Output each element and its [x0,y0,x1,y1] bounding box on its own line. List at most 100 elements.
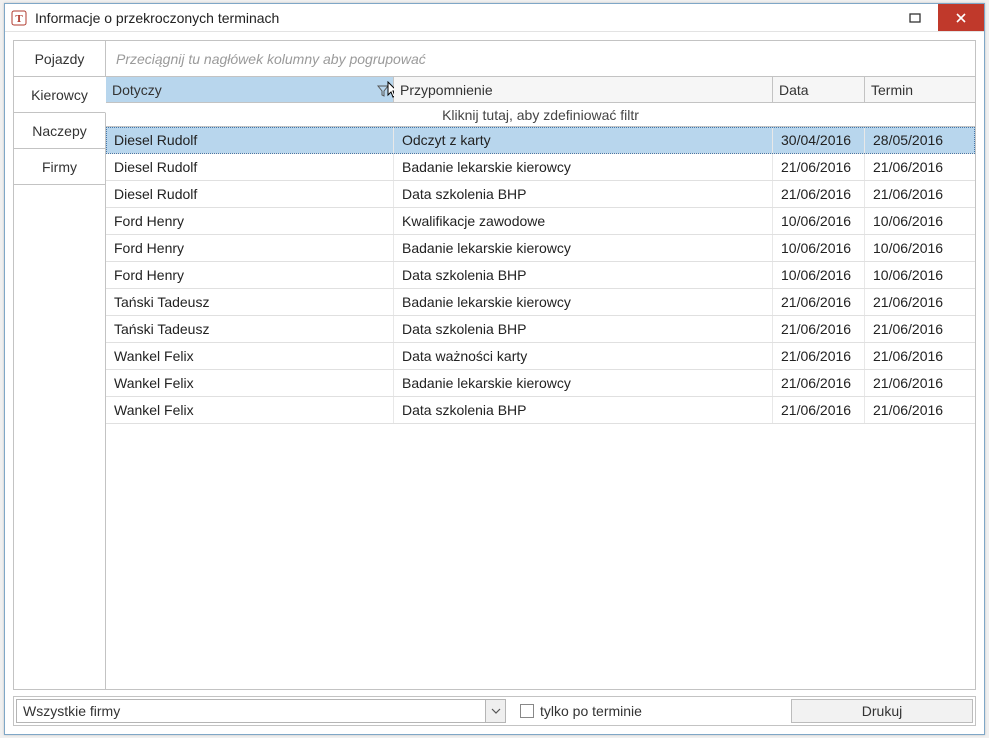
cell-przypomnienie: Data szkolenia BHP [394,316,773,342]
tab-pojazdy[interactable]: Pojazdy [14,41,106,77]
firm-select[interactable]: Wszystkie firmy [16,699,506,723]
column-label: Termin [871,82,913,98]
cell-dotyczy: Wankel Felix [106,370,394,396]
cell-data: 21/06/2016 [773,343,865,369]
cell-dotyczy: Ford Henry [106,262,394,288]
table-row[interactable]: Wankel FelixData szkolenia BHP21/06/2016… [106,397,975,424]
cell-przypomnienie: Kwalifikacje zawodowe [394,208,773,234]
column-header-przypomnienie[interactable]: Przypomnienie [394,77,773,102]
window-controls [892,4,984,31]
print-button[interactable]: Drukuj [791,699,973,723]
close-button[interactable] [938,4,984,31]
cell-termin: 21/06/2016 [865,154,975,180]
tab-spacer [14,185,106,689]
table-row[interactable]: Ford HenryData szkolenia BHP10/06/201610… [106,262,975,289]
window-title: Informacje o przekroczonych terminach [35,10,892,26]
titlebar[interactable]: T Informacje o przekroczonych terminach [5,4,984,32]
cell-przypomnienie: Badanie lekarskie kierowcy [394,154,773,180]
table-row[interactable]: Diesel RudolfOdczyt z karty30/04/201628/… [106,127,975,154]
tab-label: Kierowcy [31,87,88,103]
cell-dotyczy: Ford Henry [106,235,394,261]
window-frame: T Informacje o przekroczonych terminach … [4,3,985,735]
cell-data: 21/06/2016 [773,154,865,180]
column-header-dotyczy[interactable]: Dotyczy [106,77,394,102]
cell-dotyczy: Ford Henry [106,208,394,234]
cell-termin: 21/06/2016 [865,181,975,207]
cell-termin: 21/06/2016 [865,343,975,369]
table-row[interactable]: Ford HenryKwalifikacje zawodowe10/06/201… [106,208,975,235]
tab-label: Pojazdy [35,51,85,67]
checkbox-box[interactable] [520,704,534,718]
column-label: Przypomnienie [400,82,493,98]
app-icon: T [11,10,27,26]
tab-firmy[interactable]: Firmy [14,149,106,185]
cell-data: 10/06/2016 [773,262,865,288]
print-button-label: Drukuj [862,703,902,719]
cell-dotyczy: Diesel Rudolf [106,181,394,207]
table-row[interactable]: Diesel RudolfBadanie lekarskie kierowcy2… [106,154,975,181]
cell-termin: 21/06/2016 [865,370,975,396]
column-header-termin[interactable]: Termin [865,77,975,102]
table-row[interactable]: Ford HenryBadanie lekarskie kierowcy10/0… [106,235,975,262]
grid-body[interactable]: Diesel RudolfOdczyt z karty30/04/201628/… [106,127,975,689]
filter-hint: Kliknij tutaj, aby zdefiniować filtr [442,107,639,123]
cell-termin: 10/06/2016 [865,262,975,288]
cell-data: 10/06/2016 [773,235,865,261]
filter-row[interactable]: Kliknij tutaj, aby zdefiniować filtr [106,103,975,127]
group-by-hint: Przeciągnij tu nagłówek kolumny aby pogr… [116,51,426,67]
cell-data: 21/06/2016 [773,181,865,207]
sidebar-tabs: Pojazdy Kierowcy Naczepy Firmy [14,41,106,689]
tab-label: Naczepy [32,123,86,139]
tab-label: Firmy [42,159,77,175]
tab-kierowcy[interactable]: Kierowcy [14,77,106,113]
cell-przypomnienie: Odczyt z karty [394,127,773,153]
table-row[interactable]: Wankel FelixBadanie lekarskie kierowcy21… [106,370,975,397]
cell-data: 21/06/2016 [773,397,865,423]
group-by-bar[interactable]: Przeciągnij tu nagłówek kolumny aby pogr… [106,41,975,77]
cell-dotyczy: Diesel Rudolf [106,127,394,153]
cell-dotyczy: Tański Tadeusz [106,289,394,315]
chevron-down-icon[interactable] [485,700,505,722]
cell-przypomnienie: Data szkolenia BHP [394,397,773,423]
checkbox-label: tylko po terminie [540,703,642,719]
cell-termin: 21/06/2016 [865,316,975,342]
cell-termin: 21/06/2016 [865,289,975,315]
table-row[interactable]: Diesel RudolfData szkolenia BHP21/06/201… [106,181,975,208]
bottom-bar: Wszystkie firmy tylko po terminie Drukuj [13,696,976,726]
cell-data: 21/06/2016 [773,289,865,315]
cell-przypomnienie: Data szkolenia BHP [394,262,773,288]
tab-naczepy[interactable]: Naczepy [14,113,106,149]
cell-data: 21/06/2016 [773,316,865,342]
svg-text:T: T [15,13,23,25]
cell-przypomnienie: Data szkolenia BHP [394,181,773,207]
filter-icon[interactable] [377,84,389,96]
column-label: Dotyczy [112,82,162,98]
window-body: Pojazdy Kierowcy Naczepy Firmy Przeciągn… [5,32,984,734]
cell-przypomnienie: Badanie lekarskie kierowcy [394,289,773,315]
cell-data: 30/04/2016 [773,127,865,153]
maximize-button[interactable] [892,4,938,31]
cell-przypomnienie: Badanie lekarskie kierowcy [394,235,773,261]
cell-termin: 28/05/2016 [865,127,975,153]
cell-przypomnienie: Data ważności karty [394,343,773,369]
cell-data: 10/06/2016 [773,208,865,234]
cell-dotyczy: Tański Tadeusz [106,316,394,342]
only-overdue-checkbox[interactable]: tylko po terminie [520,703,642,719]
main-area: Pojazdy Kierowcy Naczepy Firmy Przeciągn… [13,40,976,690]
table-row[interactable]: Tański TadeuszData szkolenia BHP21/06/20… [106,316,975,343]
cell-termin: 10/06/2016 [865,208,975,234]
cell-data: 21/06/2016 [773,370,865,396]
cell-dotyczy: Wankel Felix [106,397,394,423]
table-row[interactable]: Wankel FelixData ważności karty21/06/201… [106,343,975,370]
column-header-data[interactable]: Data [773,77,865,102]
grid-panel: Przeciągnij tu nagłówek kolumny aby pogr… [106,41,975,689]
cell-termin: 21/06/2016 [865,397,975,423]
cell-dotyczy: Wankel Felix [106,343,394,369]
table-row[interactable]: Tański TadeuszBadanie lekarskie kierowcy… [106,289,975,316]
cell-przypomnienie: Badanie lekarskie kierowcy [394,370,773,396]
cell-termin: 10/06/2016 [865,235,975,261]
firm-select-value: Wszystkie firmy [17,703,485,719]
grid-header: Dotyczy Przypomnienie Data [106,77,975,103]
column-label: Data [779,82,809,98]
cell-dotyczy: Diesel Rudolf [106,154,394,180]
